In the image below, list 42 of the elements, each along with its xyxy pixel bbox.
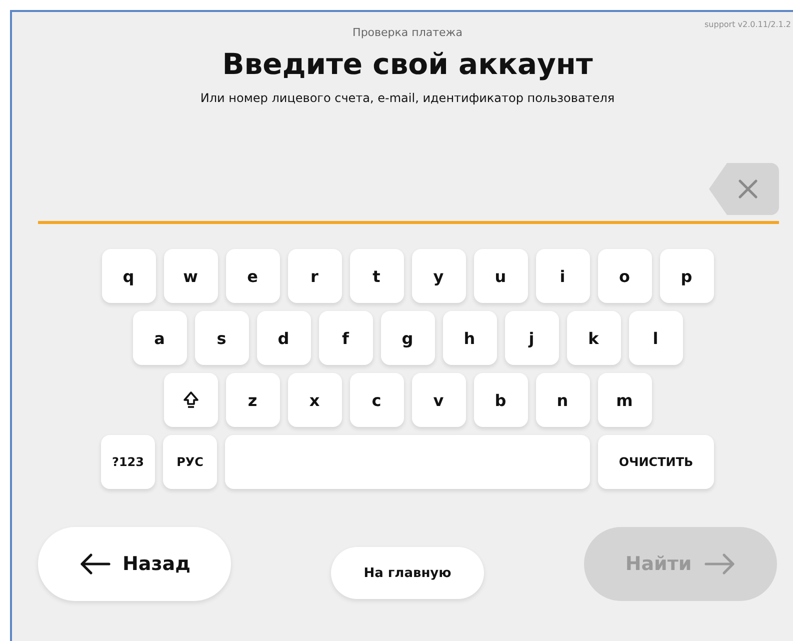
close-icon xyxy=(737,178,759,200)
key[interactable]: m xyxy=(598,373,652,427)
key[interactable]: b xyxy=(474,373,528,427)
key[interactable]: y xyxy=(412,249,466,303)
key[interactable]: s xyxy=(194,311,248,365)
key[interactable]: d xyxy=(256,311,310,365)
page-caption: Проверка платежа xyxy=(352,26,462,39)
key[interactable]: p xyxy=(660,249,714,303)
home-button[interactable]: На главную xyxy=(331,547,484,599)
account-field[interactable] xyxy=(38,163,779,224)
key[interactable]: k xyxy=(566,311,620,365)
key[interactable]: ?123 xyxy=(101,435,155,489)
key[interactable]: g xyxy=(380,311,434,365)
key[interactable]: o xyxy=(598,249,652,303)
key[interactable]: x xyxy=(288,373,342,427)
key[interactable]: l xyxy=(628,311,682,365)
key[interactable]: z xyxy=(226,373,280,427)
key[interactable]: f xyxy=(318,311,372,365)
key[interactable]: n xyxy=(536,373,590,427)
key[interactable]: r xyxy=(288,249,342,303)
version-label: support v2.0.11/2.1.2 xyxy=(704,20,791,29)
clear-key[interactable]: ОЧИСТИТЬ xyxy=(598,435,714,489)
page-title: Введите свой аккаунт xyxy=(222,47,593,81)
backspace-button[interactable] xyxy=(709,163,779,215)
back-button[interactable]: Назад xyxy=(38,527,231,601)
key[interactable]: РУС xyxy=(163,435,217,489)
key[interactable]: h xyxy=(442,311,496,365)
arrow-left-icon xyxy=(78,553,111,575)
key[interactable]: c xyxy=(350,373,404,427)
key[interactable]: w xyxy=(164,249,218,303)
key[interactable]: a xyxy=(132,311,186,365)
key[interactable]: t xyxy=(350,249,404,303)
key[interactable]: v xyxy=(412,373,466,427)
key[interactable]: u xyxy=(474,249,528,303)
arrow-right-icon xyxy=(704,553,736,575)
key[interactable]: i xyxy=(536,249,590,303)
key[interactable]: q xyxy=(102,249,156,303)
page-subtitle: Или номер лицевого счета, e-mail, идентификатор пользователя xyxy=(200,91,615,105)
key[interactable]: j xyxy=(504,311,558,365)
shift-icon xyxy=(182,391,198,409)
shift-key[interactable] xyxy=(164,373,218,427)
key[interactable]: e xyxy=(226,249,280,303)
